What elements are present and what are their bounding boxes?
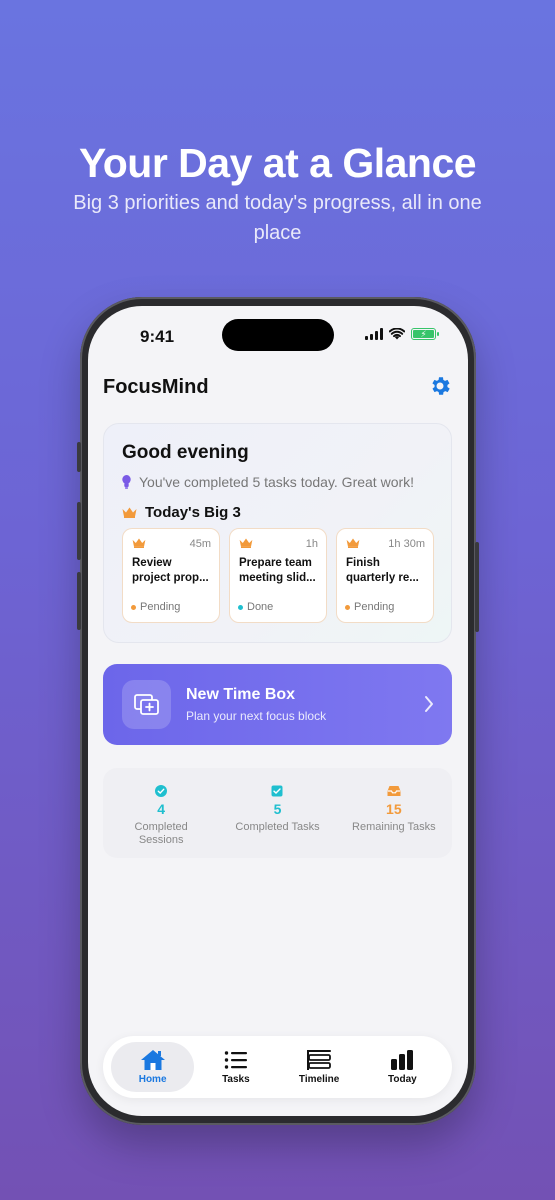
tab-home[interactable]: Home (111, 1042, 195, 1092)
app-title: FocusMind (103, 376, 209, 398)
task-title: Review project prop... (132, 557, 209, 584)
volume-down-button (77, 572, 81, 630)
lightbulb-icon (122, 475, 131, 489)
status-dot (345, 604, 350, 610)
tab-today[interactable]: Today (361, 1042, 444, 1092)
big3-task-card[interactable]: 45m Review project prop... Pending (122, 528, 220, 623)
greeting: Good evening (122, 442, 249, 463)
gear-icon[interactable] (428, 374, 452, 398)
cellular-signal-icon (365, 328, 383, 340)
big3-title: Today's Big 3 (145, 504, 241, 521)
list-icon (224, 1051, 247, 1069)
stat-label: Remaining Tasks (352, 821, 436, 833)
checkbox-icon (271, 785, 283, 797)
task-duration: 1h 30m (388, 538, 425, 550)
promo-subline: Big 3 priorities and today's progress, a… (73, 192, 482, 244)
wifi-icon (389, 328, 405, 340)
phone-frame: 9:41 ⚡ FocusMind Good evening You've com… (77, 297, 479, 1125)
new-time-box-title: New Time Box (186, 686, 296, 703)
phone-screen: 9:41 ⚡ FocusMind Good evening You've com… (88, 306, 468, 1116)
stat-label: Completed Tasks (235, 821, 320, 833)
task-duration: 1h (305, 538, 318, 550)
task-status-label: Pending (140, 601, 181, 613)
task-title: Prepare team meeting slid... (239, 557, 316, 584)
big3-task-card[interactable]: 1h 30m Finish quarterly re... Pending (336, 528, 434, 623)
mute-switch (77, 442, 81, 472)
stat-label: Completed Sessions (134, 821, 188, 846)
stat-value: 5 (273, 801, 282, 817)
stat-remaining-tasks: 15 Remaining Tasks (336, 768, 452, 858)
status-icons: ⚡ (365, 328, 439, 340)
status-time: 9:41 (140, 327, 175, 346)
inbox-icon (387, 786, 401, 796)
big3-task-card[interactable]: 1h Prepare team meeting slid... Done (229, 528, 327, 623)
promo-headline: Your Day at a Glance (78, 140, 477, 186)
volume-up-button (77, 502, 81, 560)
bar-chart-icon (391, 1050, 414, 1070)
new-time-box-subtitle: Plan your next focus block (186, 709, 327, 723)
tab-label: Home (138, 1074, 167, 1085)
chevron-right-icon (425, 696, 433, 712)
task-title: Finish quarterly re... (346, 557, 419, 584)
check-circle-icon (155, 785, 168, 797)
add-box-icon (122, 680, 171, 729)
tab-tasks[interactable]: Tasks (194, 1042, 277, 1092)
battery-charging-icon: ⚡ (411, 328, 439, 340)
crown-icon (346, 538, 360, 548)
crown-icon (132, 538, 146, 548)
timeline-icon (307, 1050, 332, 1070)
tab-label: Timeline (298, 1074, 340, 1085)
house-icon (140, 1050, 165, 1070)
power-button (475, 542, 479, 632)
status-dot (131, 604, 136, 610)
stats-panel: 4 Completed Sessions 5 Completed Tasks 1… (103, 768, 452, 858)
tab-bar: Home Tasks Timeline Today (103, 1036, 452, 1098)
crown-icon (239, 538, 253, 548)
stat-completed-tasks: 5 Completed Tasks (219, 768, 335, 858)
task-status-label: Done (247, 601, 274, 613)
task-status: Pending (345, 601, 394, 613)
daily-summary-card: Good evening You've completed 5 tasks to… (103, 423, 452, 643)
tab-timeline[interactable]: Timeline (278, 1042, 361, 1092)
big3-heading: Today's Big 3 (122, 504, 241, 521)
task-status-label: Pending (354, 601, 395, 613)
crown-icon (122, 507, 137, 518)
new-time-box-button[interactable]: New Time Box Plan your next focus block (103, 664, 452, 745)
completed-message-text: You've completed 5 tasks today. Great wo… (139, 474, 415, 490)
tab-label: Today (388, 1074, 417, 1085)
stat-value: 15 (386, 801, 402, 817)
completed-message: You've completed 5 tasks today. Great wo… (122, 474, 414, 490)
status-dot (238, 604, 243, 610)
task-status: Done (238, 601, 273, 613)
stat-completed-sessions: 4 Completed Sessions (103, 768, 219, 858)
stat-value: 4 (157, 801, 166, 817)
task-duration: 45m (189, 538, 211, 550)
big3-cards: 45m Review project prop... Pending 1h Pr… (122, 528, 434, 623)
tab-label: Tasks (222, 1074, 250, 1085)
task-status: Pending (131, 601, 180, 613)
dynamic-island (222, 319, 334, 351)
